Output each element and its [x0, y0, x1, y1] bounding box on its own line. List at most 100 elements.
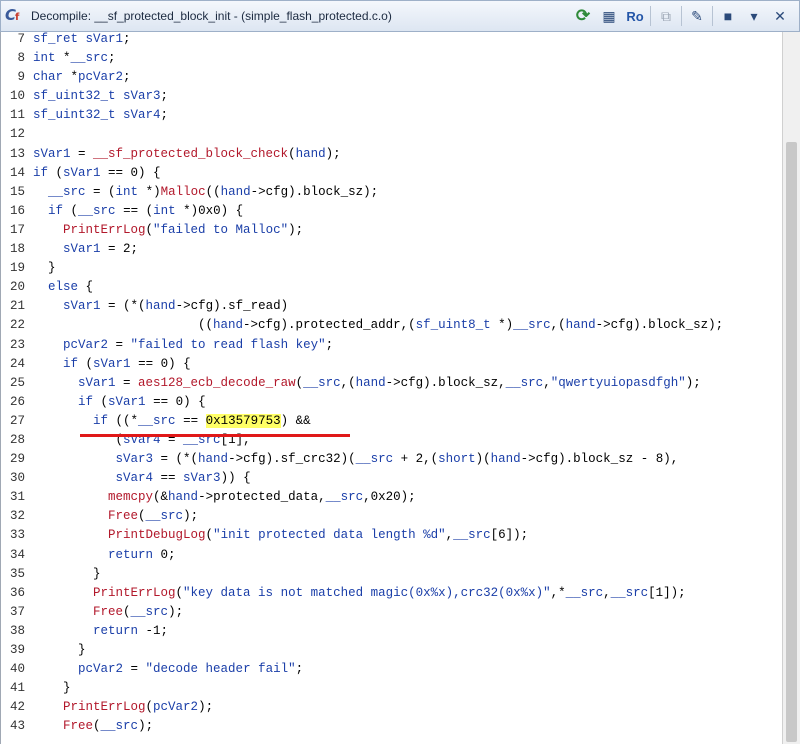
code-line[interactable]: 33 PrintDebugLog("init protected data le…	[1, 528, 783, 547]
snapshot-icon[interactable]: ■	[717, 5, 739, 27]
code-token: sVar3	[123, 89, 161, 104]
code-line[interactable]: 30 sVar4 == sVar3)) {	[1, 471, 783, 490]
code-text[interactable]: ((hand->cfg).protected_addr,(sf_uint8_t …	[33, 318, 723, 337]
code-text[interactable]: __src = (int *)Malloc((hand->cfg).block_…	[33, 185, 378, 204]
code-text[interactable]: pcVar2 = "decode header fail";	[33, 662, 303, 681]
code-text[interactable]: sVar1 = aes128_ecb_decode_raw(__src,(han…	[33, 376, 701, 395]
code-listing[interactable]: 7 sf_ret sVar1; 8 int *__src; 9 char *pcVar2;…	[0, 32, 783, 744]
line-number: 25	[9, 375, 25, 390]
code-token: hand	[145, 299, 176, 314]
code-line[interactable]: 43 Free(__src);	[1, 719, 783, 738]
code-line[interactable]: 20 else {	[1, 280, 783, 299]
line-number: 26	[9, 394, 25, 409]
code-line[interactable]: 7 sf_ret sVar1;	[1, 32, 783, 51]
close-icon[interactable]: ✕	[769, 5, 791, 27]
code-text[interactable]: PrintErrLog("failed to Malloc");	[33, 223, 303, 242]
code-text[interactable]: }	[33, 261, 56, 280]
code-text[interactable]: sf_uint32_t sVar4;	[33, 108, 168, 127]
code-line[interactable]: 36 PrintErrLog("key data is not matched …	[1, 586, 783, 605]
code-line[interactable]: 40 pcVar2 = "decode header fail";	[1, 662, 783, 681]
copy-icon[interactable]: ⧉	[655, 5, 677, 27]
vertical-scrollbar[interactable]	[782, 32, 800, 744]
code-token: memcpy	[108, 490, 154, 505]
code-line[interactable]: 35 }	[1, 567, 783, 586]
code-line[interactable]: 24 if (sVar1 == 0) {	[1, 357, 783, 376]
code-text[interactable]: if (sVar1 == 0) {	[33, 395, 206, 414]
code-text[interactable]: memcpy(&hand->protected_data,__src,0x20)…	[33, 490, 416, 509]
code-line[interactable]: 18 sVar1 = 2;	[1, 242, 783, 261]
code-text[interactable]: sf_uint32_t sVar3;	[33, 89, 168, 108]
code-line[interactable]: 15 __src = (int *)Malloc((hand->cfg).blo…	[1, 185, 783, 204]
code-line[interactable]: 10 sf_uint32_t sVar3;	[1, 89, 783, 108]
line-number: 15	[9, 184, 25, 199]
code-line[interactable]: 21 sVar1 = (*(hand->cfg).sf_read)	[1, 299, 783, 318]
code-line[interactable]: 14 if (sVar1 == 0) {	[1, 166, 783, 185]
code-token: ,(	[340, 375, 356, 390]
code-token: __src	[100, 719, 139, 734]
code-line[interactable]: 12	[1, 127, 783, 146]
code-text[interactable]: sVar1 = (*(hand->cfg).sf_read)	[33, 299, 288, 318]
code-text[interactable]: int *__src;	[33, 51, 116, 70]
read-only-button[interactable]: Ro	[624, 5, 646, 27]
code-line[interactable]: 9 char *pcVar2;	[1, 70, 783, 89]
code-text[interactable]: if (__src == (int *)0x0) {	[33, 204, 243, 223]
code-line[interactable]: 16 if (__src == (int *)0x0) {	[1, 204, 783, 223]
code-line[interactable]: 11 sf_uint32_t sVar4;	[1, 108, 783, 127]
code-line[interactable]: 8 int *__src;	[1, 51, 783, 70]
code-line[interactable]: 34 return 0;	[1, 548, 783, 567]
code-line[interactable]: 37 Free(__src);	[1, 605, 783, 624]
code-text[interactable]: PrintErrLog(pcVar2);	[33, 700, 213, 719]
code-token: (	[138, 509, 146, 524]
code-line[interactable]: 42 PrintErrLog(pcVar2);	[1, 700, 783, 719]
code-line[interactable]: 38 return -1;	[1, 624, 783, 643]
code-line[interactable]: 22 ((hand->cfg).protected_addr,(sf_uint8…	[1, 318, 783, 337]
code-text[interactable]: else {	[33, 280, 93, 299]
code-line[interactable]: 23 pcVar2 = "failed to read flash key";	[1, 338, 783, 357]
code-token: sf_ret	[33, 32, 79, 46]
code-line[interactable]: 41 }	[1, 681, 783, 700]
edit-icon[interactable]: ✎	[686, 5, 708, 27]
code-line[interactable]: 39 }	[1, 643, 783, 662]
code-line[interactable]: 13 sVar1 = __sf_protected_block_check(han…	[1, 147, 783, 166]
code-text[interactable]: Free(__src);	[33, 509, 198, 528]
code-token: PrintErrLog	[93, 585, 176, 600]
code-token: {	[78, 280, 94, 295]
code-text[interactable]: sVar1 = __sf_protected_block_check(hand)…	[33, 147, 341, 166]
code-line[interactable]: 17 PrintErrLog("failed to Malloc");	[1, 223, 783, 242]
code-line[interactable]: 26 if (sVar1 == 0) {	[1, 395, 783, 414]
line-number: 7	[17, 32, 25, 46]
code-text[interactable]: if ((*__src == 0x13579753) &&	[33, 413, 311, 433]
code-text[interactable]: }	[33, 567, 101, 586]
code-text[interactable]: sVar4 == sVar3)) {	[33, 471, 251, 490]
code-text[interactable]: Free(__src);	[33, 605, 183, 624]
code-line[interactable]: 32 Free(__src);	[1, 509, 783, 528]
code-text[interactable]: sVar3 = (*(hand->cfg).sf_crc32)(__src + …	[33, 452, 679, 471]
code-line[interactable]: 29 sVar3 = (*(hand->cfg).sf_crc32)(__src…	[1, 452, 783, 471]
code-text[interactable]: return 0;	[33, 548, 176, 567]
code-token: (	[93, 719, 101, 734]
code-text[interactable]: sVar1 = 2;	[33, 242, 138, 261]
code-text[interactable]: }	[33, 681, 71, 700]
code-text[interactable]: PrintErrLog("key data is not matched mag…	[33, 586, 686, 605]
graph-icon[interactable]: ▦	[598, 5, 620, 27]
refresh-icon[interactable]: ⟳	[572, 5, 594, 27]
code-text[interactable]: pcVar2 = "failed to read flash key";	[33, 338, 333, 357]
code-text[interactable]: Free(__src);	[33, 719, 153, 738]
code-text[interactable]: }	[33, 643, 86, 662]
code-line[interactable]: 19 }	[1, 261, 783, 280]
code-text[interactable]: if (sVar1 == 0) {	[33, 166, 161, 185]
code-text[interactable]: if (sVar1 == 0) {	[33, 357, 191, 376]
scrollbar-thumb[interactable]	[786, 142, 797, 742]
code-text[interactable]: PrintDebugLog("init protected data lengt…	[33, 528, 528, 547]
code-line[interactable]: 31 memcpy(&hand->protected_data,__src,0x…	[1, 490, 783, 509]
code-line[interactable]: 25 sVar1 = aes128_ecb_decode_raw(__src,(…	[1, 376, 783, 395]
code-text[interactable]: sf_ret sVar1;	[33, 32, 131, 51]
code-token: "decode header fail"	[145, 662, 296, 677]
code-token: );	[288, 222, 304, 237]
code-text[interactable]: char *pcVar2;	[33, 70, 131, 89]
code-line[interactable]: 27 if ((*__src == 0x13579753) &&	[1, 413, 783, 433]
code-text[interactable]: return -1;	[33, 624, 168, 643]
menu-dropdown-icon[interactable]: ▾	[743, 5, 765, 27]
